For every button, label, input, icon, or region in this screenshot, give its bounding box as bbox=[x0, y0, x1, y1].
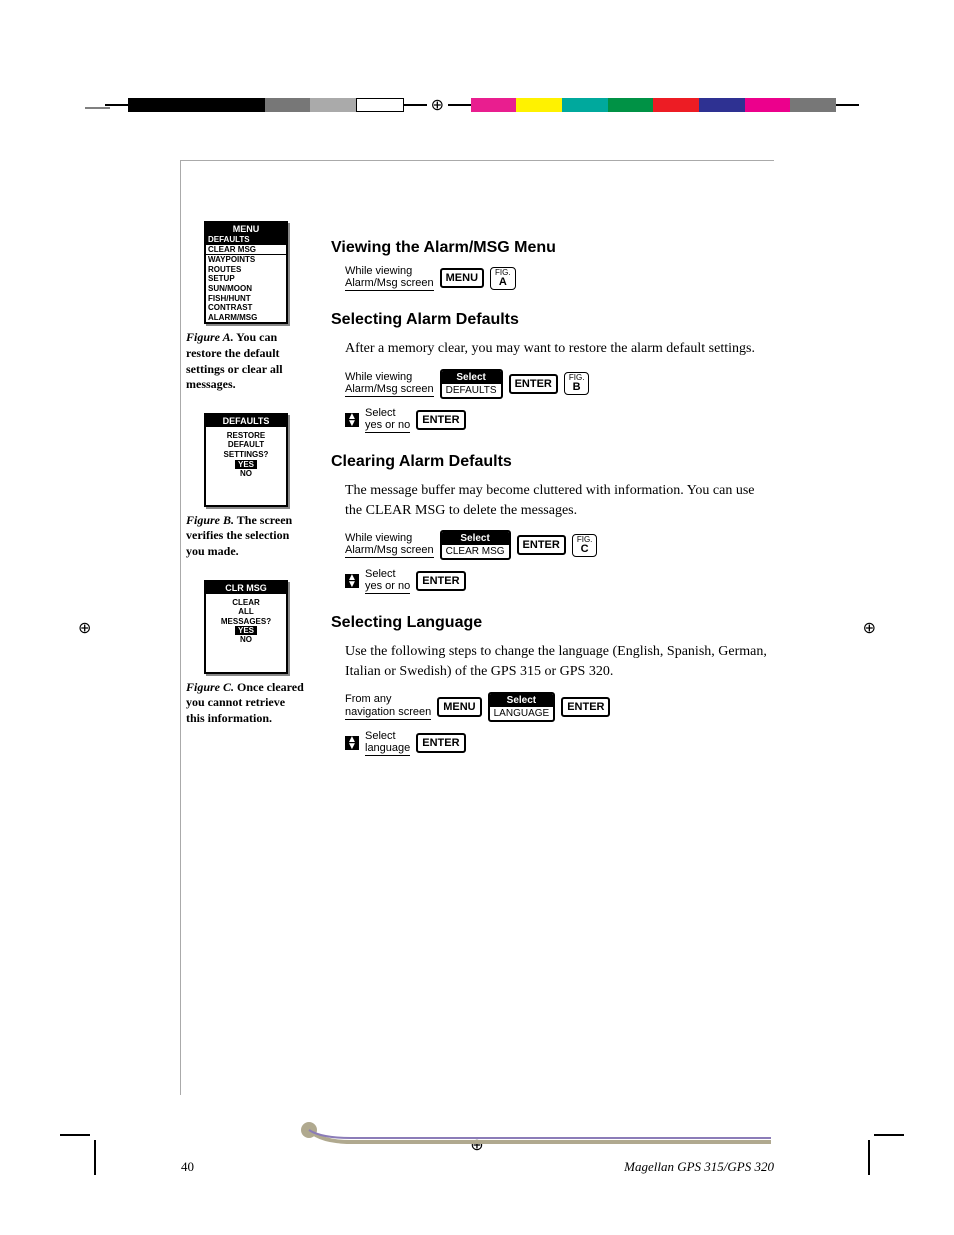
lcd-title: DEFAULTS bbox=[206, 415, 286, 427]
lcd-row: CONTRAST bbox=[206, 303, 286, 313]
lcd-row: RESTORE bbox=[206, 431, 286, 441]
enter-button: ENTER bbox=[416, 410, 465, 430]
steps-clearing: While viewingAlarm/Msg screen SelectCLEA… bbox=[345, 530, 774, 594]
lcd-figure-b: DEFAULTS RESTORE DEFAULT SETTINGS? YES N… bbox=[204, 413, 288, 507]
registration-mark-icon: ⊕ bbox=[78, 618, 91, 638]
lcd-row: YES bbox=[206, 460, 286, 469]
decorative-rule bbox=[171, 1115, 771, 1145]
heading-clearing-defaults: Clearing Alarm Defaults bbox=[331, 453, 774, 471]
figure-b-caption: Figure B. The screen verifies the select… bbox=[186, 513, 306, 560]
enter-button: ENTER bbox=[416, 571, 465, 591]
crop-mark bbox=[85, 78, 125, 118]
arrow-up-down-icon: ▲▼ bbox=[345, 736, 359, 750]
select-defaults-button: SelectDEFAULTS bbox=[440, 369, 503, 399]
step-context: While viewingAlarm/Msg screen bbox=[345, 532, 434, 558]
figure-ref-a: FIG.A bbox=[490, 267, 516, 290]
select-language-button: SelectLANGUAGE bbox=[488, 692, 556, 722]
lcd-row: CLEAR MSG bbox=[206, 245, 286, 256]
figure-c-caption: Figure C. Once cleared you cannot retrie… bbox=[186, 680, 306, 727]
registration-mark-icon: ⊕ bbox=[863, 618, 876, 638]
figure-a-caption: Figure A. You can restore the default se… bbox=[186, 330, 306, 392]
lcd-row: CLEAR bbox=[206, 598, 286, 608]
sidebar-figures: MENU DEFAULTS CLEAR MSG WAYPOINTS ROUTES… bbox=[186, 221, 306, 746]
figure-ref-b: FIG.B bbox=[564, 372, 590, 395]
lcd-row: NO bbox=[206, 635, 286, 645]
enter-button: ENTER bbox=[416, 733, 465, 753]
menu-button: MENU bbox=[440, 268, 484, 288]
lcd-row: SUN/MOON bbox=[206, 284, 286, 294]
heading-viewing-alarm: Viewing the Alarm/MSG Menu bbox=[331, 239, 774, 257]
book-title: Magellan GPS 315/GPS 320 bbox=[624, 1159, 774, 1175]
lcd-row: DEFAULT bbox=[206, 440, 286, 450]
lcd-row: ROUTES bbox=[206, 265, 286, 275]
lcd-title: CLR MSG bbox=[206, 582, 286, 594]
step-context: While viewingAlarm/Msg screen bbox=[345, 371, 434, 397]
steps-defaults: While viewingAlarm/Msg screen SelectDEFA… bbox=[345, 369, 774, 433]
lcd-row: SETUP bbox=[206, 274, 286, 284]
enter-button: ENTER bbox=[517, 535, 566, 555]
step-context: Selectyes or no bbox=[365, 407, 410, 433]
menu-button: MENU bbox=[437, 697, 481, 717]
arrow-up-down-icon: ▲▼ bbox=[345, 574, 359, 588]
body-selecting-language: Use the following steps to change the la… bbox=[345, 642, 774, 681]
lcd-row: FISH/HUNT bbox=[206, 294, 286, 304]
lcd-title: MENU bbox=[206, 223, 286, 235]
lcd-row: MESSAGES? bbox=[206, 617, 286, 627]
heading-selecting-language: Selecting Language bbox=[331, 614, 774, 632]
steps-language: From anynavigation screen MENU SelectLAN… bbox=[345, 692, 774, 756]
body-selecting-defaults: After a memory clear, you may want to re… bbox=[345, 339, 774, 359]
lcd-figure-a: MENU DEFAULTS CLEAR MSG WAYPOINTS ROUTES… bbox=[204, 221, 288, 324]
page-footer: 40 Magellan GPS 315/GPS 320 bbox=[181, 1159, 774, 1175]
figure-ref-c: FIG.C bbox=[572, 534, 598, 557]
heading-selecting-defaults: Selecting Alarm Defaults bbox=[331, 311, 774, 329]
step-context: Selectyes or no bbox=[365, 568, 410, 594]
step-context: While viewingAlarm/Msg screen bbox=[345, 265, 434, 291]
enter-button: ENTER bbox=[509, 374, 558, 394]
lcd-selected-row: DEFAULTS bbox=[206, 235, 286, 245]
lcd-row: NO bbox=[206, 469, 286, 479]
page-number: 40 bbox=[181, 1159, 194, 1175]
lcd-row: ALARM/MSG bbox=[206, 313, 286, 323]
select-clearmsg-button: SelectCLEAR MSG bbox=[440, 530, 511, 560]
crop-mark bbox=[854, 1125, 894, 1165]
step-context: Selectlanguage bbox=[365, 730, 410, 756]
enter-button: ENTER bbox=[561, 697, 610, 717]
registration-color-bar: ⊕ bbox=[105, 98, 859, 112]
crop-mark bbox=[60, 1125, 100, 1165]
lcd-row: ALL bbox=[206, 607, 286, 617]
body-clearing-defaults: The message buffer may become cluttered … bbox=[345, 481, 774, 520]
lcd-row: WAYPOINTS bbox=[206, 255, 286, 265]
lcd-row: YES bbox=[206, 626, 286, 635]
step-context: From anynavigation screen bbox=[345, 693, 431, 719]
steps-viewing: While viewingAlarm/Msg screen MENU FIG.A bbox=[345, 265, 774, 291]
lcd-row: SETTINGS? bbox=[206, 450, 286, 460]
arrow-up-down-icon: ▲▼ bbox=[345, 413, 359, 427]
lcd-figure-c: CLR MSG CLEAR ALL MESSAGES? YES NO bbox=[204, 580, 288, 674]
